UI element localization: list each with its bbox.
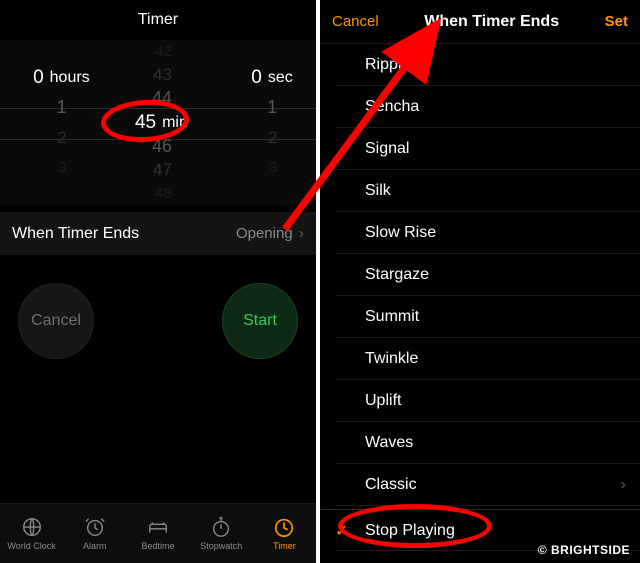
cancel-button[interactable]: Cancel — [332, 13, 379, 30]
when-timer-ends-label: When Timer Ends — [12, 225, 236, 243]
stopwatch-icon — [209, 516, 233, 538]
time-picker[interactable]: 0hours 1 2 3 42 43 44 45min 46 47 48 0se… — [0, 40, 316, 205]
set-button[interactable]: Set — [605, 13, 628, 30]
seconds-column[interactable]: 0sec 1 2 3 — [211, 40, 316, 205]
sound-option[interactable]: Sencha — [320, 86, 640, 128]
tab-timer[interactable]: Timer — [253, 504, 316, 563]
sound-list: Ripples Sencha Signal Silk Slow Rise Sta… — [320, 44, 640, 551]
globe-icon — [20, 516, 44, 538]
sound-option[interactable]: Twinkle — [320, 338, 640, 380]
page-title: When Timer Ends — [379, 13, 605, 31]
sound-option[interactable]: Silk — [320, 170, 640, 212]
checkmark-icon: ✓ — [335, 521, 348, 541]
start-button[interactable]: Start — [222, 283, 298, 359]
page-title: Timer — [0, 0, 316, 40]
sound-option[interactable]: Waves — [320, 422, 640, 464]
classic-option[interactable]: Classic› — [320, 464, 640, 506]
hours-column[interactable]: 0hours 1 2 3 — [0, 40, 105, 205]
chevron-right-icon: › — [621, 476, 626, 494]
tab-bar: World Clock Alarm Bedtime Stopwatch Time… — [0, 503, 316, 563]
timer-screen: Timer 0hours 1 2 3 42 43 44 45min 46 47 … — [0, 0, 320, 563]
sound-option[interactable]: Summit — [320, 296, 640, 338]
sound-option[interactable]: Stargaze — [320, 254, 640, 296]
tab-bedtime[interactable]: Bedtime — [126, 504, 189, 563]
when-timer-ends-row[interactable]: When Timer Ends Opening › — [0, 211, 316, 255]
nav-bar: Cancel When Timer Ends Set — [320, 0, 640, 44]
sound-option[interactable]: Ripples — [320, 44, 640, 86]
sound-option[interactable]: Signal — [320, 128, 640, 170]
when-timer-ends-value: Opening — [236, 225, 293, 242]
tab-stopwatch[interactable]: Stopwatch — [190, 504, 253, 563]
sound-picker-screen: Cancel When Timer Ends Set Ripples Sench… — [320, 0, 640, 563]
timer-icon — [272, 516, 296, 538]
watermark: © BRIGHTSIDE — [538, 543, 630, 557]
bed-icon — [146, 516, 170, 538]
sound-option[interactable]: Slow Rise — [320, 212, 640, 254]
chevron-right-icon: › — [299, 225, 304, 243]
minutes-column[interactable]: 42 43 44 45min 46 47 48 — [105, 40, 210, 205]
cancel-button[interactable]: Cancel — [18, 283, 94, 359]
alarm-icon — [83, 516, 107, 538]
sound-option[interactable]: Uplift — [320, 380, 640, 422]
tab-alarm[interactable]: Alarm — [63, 504, 126, 563]
tab-world-clock[interactable]: World Clock — [0, 504, 63, 563]
